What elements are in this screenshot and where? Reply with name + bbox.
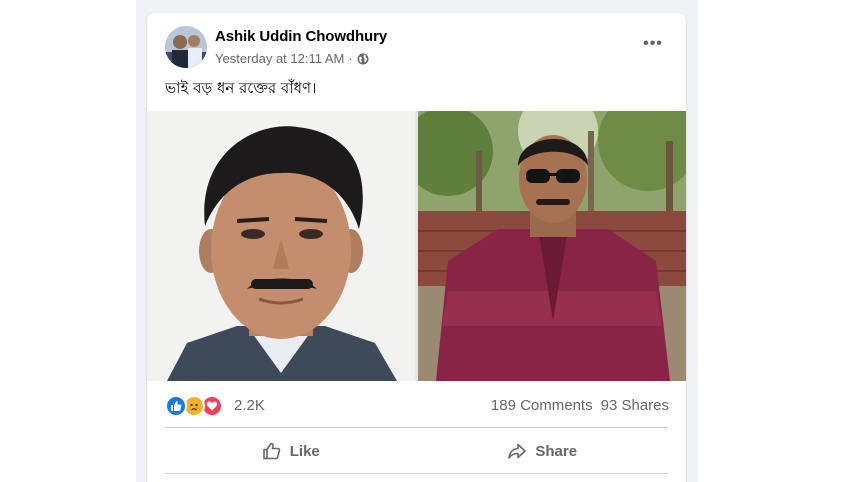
globe-icon[interactable] [357, 53, 369, 65]
meta-separator: · [348, 51, 353, 66]
share-button[interactable]: Share [417, 431, 669, 471]
reaction-count[interactable]: 2.2K [234, 397, 265, 414]
more-options-icon: ••• [643, 35, 663, 52]
post-timestamp[interactable]: Yesterday at 12:11 AM [215, 51, 344, 66]
like-icon [165, 395, 187, 417]
post-header: Ashik Uddin Chowdhury Yesterday at 12:11… [147, 13, 686, 75]
divider-top [165, 427, 668, 428]
post-actions: Like Share [165, 431, 668, 471]
author-name[interactable]: Ashik Uddin Chowdhury [215, 28, 387, 45]
photo-grid [147, 111, 686, 381]
shares-count[interactable]: 93 Shares [601, 397, 669, 414]
photo-left[interactable] [147, 111, 415, 381]
share-icon [507, 441, 527, 461]
divider-bottom [165, 473, 668, 474]
share-label: Share [535, 442, 578, 460]
more-options-button[interactable]: ••• [638, 33, 668, 55]
facebook-post: Ashik Uddin Chowdhury Yesterday at 12:11… [147, 13, 686, 482]
reaction-icons[interactable] [165, 395, 227, 417]
reactions-row: 2.2K 189 Comments 93 Shares [147, 391, 686, 421]
like-label: Like [289, 442, 320, 460]
post-stats: 189 Comments 93 Shares [491, 397, 669, 414]
photo-right[interactable] [418, 111, 686, 381]
like-button[interactable]: Like [165, 431, 417, 471]
post-meta: Yesterday at 12:11 AM · [215, 51, 369, 66]
post-text: ভাই বড় ধন রক্তের বাঁধণ। [165, 79, 317, 97]
comments-count[interactable]: 189 Comments [491, 397, 593, 414]
like-outline-icon [262, 441, 282, 461]
author-avatar[interactable] [165, 26, 207, 68]
